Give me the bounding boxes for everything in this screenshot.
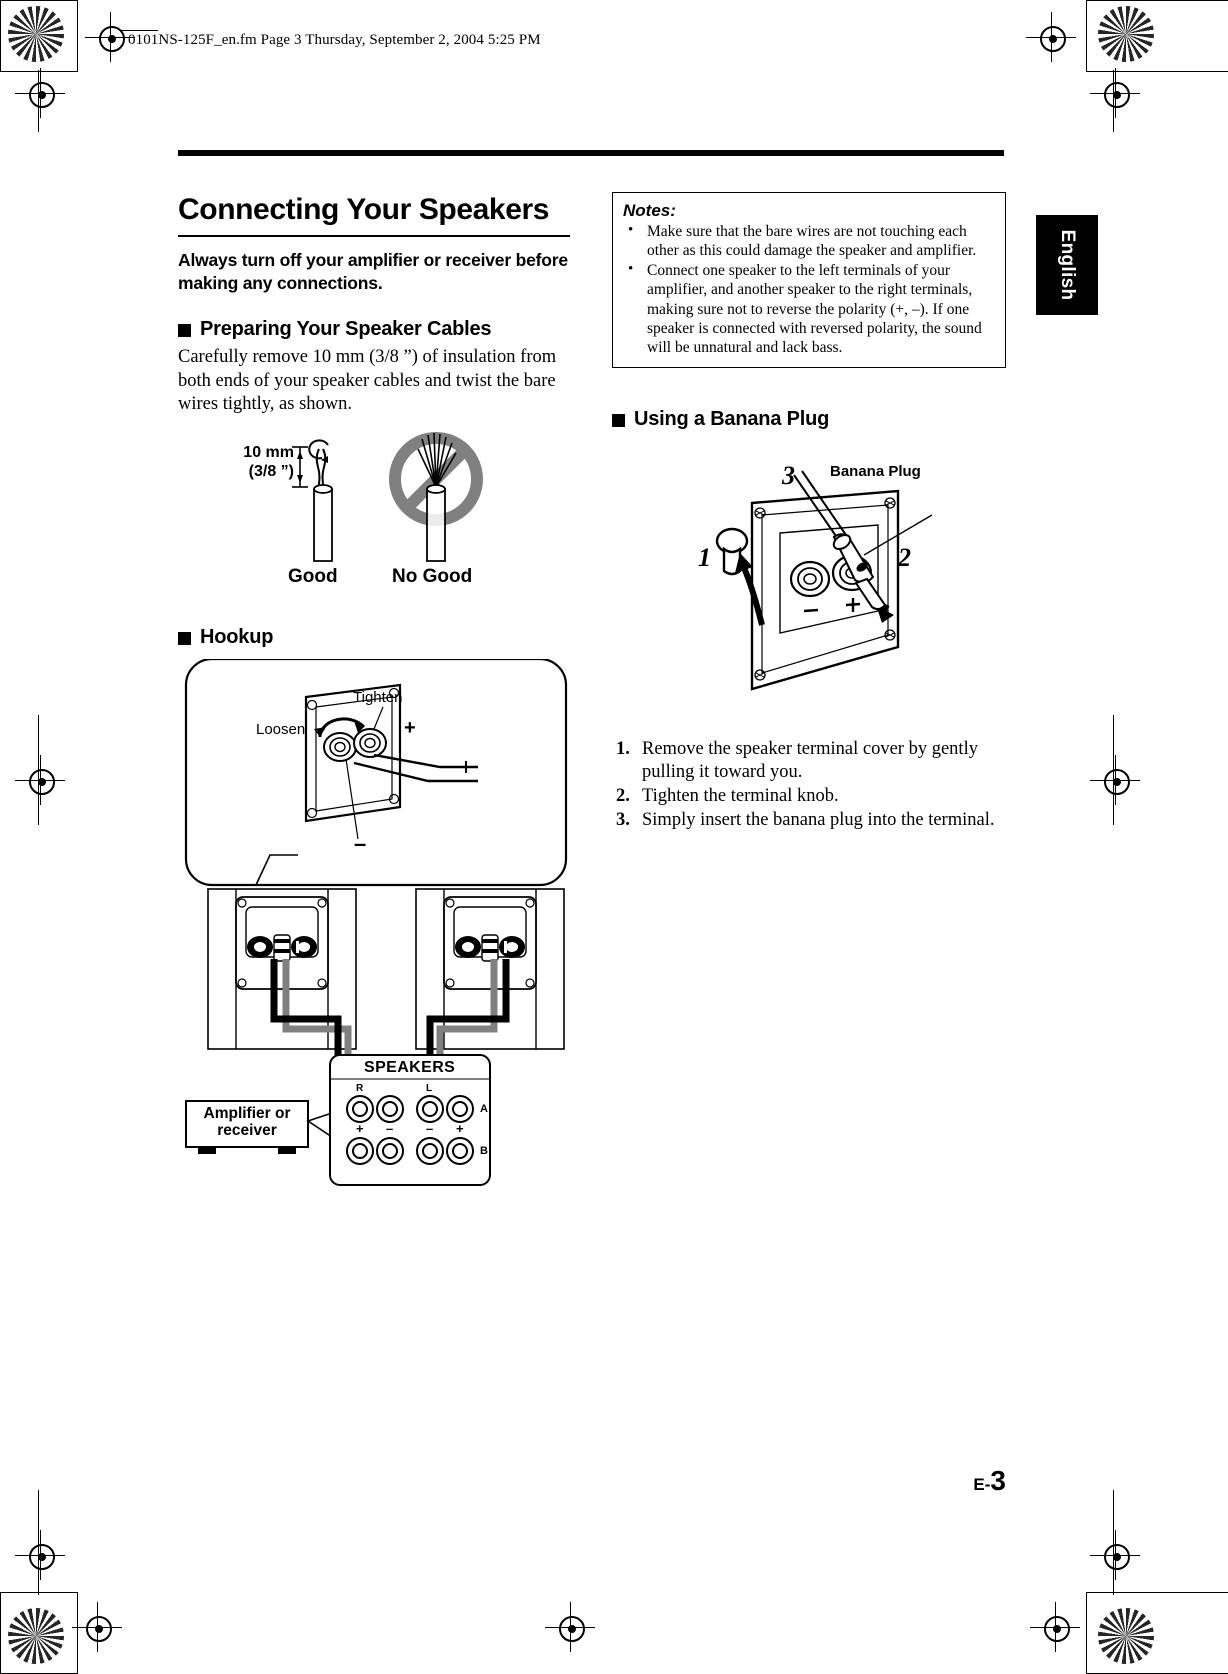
- notes-title: Notes:: [623, 201, 676, 220]
- language-tab-label: English: [1057, 229, 1078, 301]
- page-number-value: 3: [990, 1465, 1006, 1496]
- page-number: E-3: [973, 1465, 1006, 1497]
- trim-line-left-vertical-mid: [38, 715, 39, 825]
- note-item: Make sure that the bare wires are not to…: [623, 221, 995, 261]
- terminal-row-label-b: B: [480, 1144, 488, 1157]
- file-header-text: 0101NS-125F_en.fm Page 3 Thursday, Septe…: [128, 32, 541, 48]
- registration-ring-bottom-center: [559, 1616, 585, 1642]
- trim-line-left-vertical-low: [38, 1490, 39, 1595]
- caption-no-good: No Good: [392, 565, 473, 587]
- left-column: Connecting Your Speakers Always turn off…: [178, 192, 570, 1199]
- document-page: 0101NS-125F_en.fm Page 3 Thursday, Septe…: [0, 0, 1228, 1674]
- caption-good: Good: [288, 565, 338, 587]
- page-content: Connecting Your Speakers Always turn off…: [178, 140, 1008, 1500]
- registration-ring-left-lower: [29, 1544, 55, 1570]
- measurement-line-2: (3/8 ”): [248, 462, 294, 480]
- corner-print-circle-bottom-left-2: [8, 1608, 64, 1664]
- section-heading-banana-plug: Using a Banana Plug: [612, 408, 1008, 431]
- header-rule: [120, 30, 158, 31]
- polarity-mark-2: –: [426, 1120, 434, 1136]
- registration-ring-top-right: [1040, 26, 1066, 52]
- banana-callout-1: 1: [698, 542, 711, 572]
- note-item: Connect one speaker to the left terminal…: [623, 260, 995, 358]
- registration-ring-right-lower: [1104, 1544, 1130, 1570]
- notes-list: Make sure that the bare wires are not to…: [623, 221, 995, 358]
- step-item: Simply insert the banana plug into the t…: [616, 809, 995, 832]
- step-item: Remove the speaker terminal cover by gen…: [616, 738, 978, 783]
- measurement-line-1: 10 mm: [243, 443, 294, 461]
- registration-ring-left-upper: [29, 82, 55, 108]
- terminal-label-l: L: [426, 1082, 433, 1094]
- polarity-mark-3: +: [456, 1120, 464, 1136]
- cable-figure-captions: Good No Good: [178, 566, 570, 594]
- corner-print-circle-top-left-2: [8, 6, 64, 62]
- page-top-rule: [178, 150, 1004, 156]
- hookup-label-loosen: Loosen: [256, 720, 306, 738]
- banana-plug-svg: [715, 470, 933, 691]
- lead-warning-text: Always turn off your amplifier or receiv…: [178, 250, 568, 293]
- bullet-square-icon: [178, 324, 191, 338]
- banana-plug-diagram: 3 1 2 Banana Plug: [612, 453, 1008, 738]
- hookup-label-minus: –: [354, 830, 367, 856]
- terminal-label-r: R: [356, 1082, 364, 1094]
- banana-callout-3: 3: [782, 460, 795, 490]
- trim-line-right-vertical: [1113, 70, 1114, 132]
- cable-preparation-figure: 10 mm (3/8 ”): [178, 431, 570, 566]
- bullet-square-icon: [178, 631, 191, 645]
- amplifier-receiver-label: Amplifier or receiver: [188, 1105, 306, 1141]
- right-column: Notes: Make sure that the bare wires are…: [612, 192, 1008, 832]
- corner-print-circle-bottom-right-2: [1098, 1608, 1154, 1664]
- terminal-row-label-a: A: [480, 1102, 488, 1115]
- language-tab-english: English: [1036, 215, 1098, 315]
- cable-measurement-label: 10 mm (3/8 ”): [236, 443, 294, 481]
- hookup-diagram: Tighten Loosen + – Amplifier or receiver…: [178, 657, 570, 1199]
- trim-line-left-vertical: [38, 70, 39, 132]
- amplifier-label-line-1: Amplifier or: [203, 1104, 291, 1122]
- registration-ring-right-middle: [1104, 769, 1130, 795]
- registration-ring-left-middle: [29, 769, 55, 795]
- hookup-label-tighten: Tighten: [353, 688, 403, 706]
- section-heading-label: Hookup: [200, 625, 274, 648]
- hookup-label-plus: +: [404, 716, 416, 739]
- title-underline: [178, 235, 570, 238]
- section-heading-label: Using a Banana Plug: [634, 407, 830, 430]
- polarity-mark-1: –: [386, 1120, 394, 1136]
- banana-plug-label: Banana Plug: [830, 462, 921, 480]
- registration-ring-bottom-right: [1044, 1616, 1070, 1642]
- banana-callout-2: 2: [898, 542, 911, 572]
- polarity-mark-0: +: [356, 1120, 364, 1136]
- trim-line-right-vertical-mid: [1113, 715, 1114, 825]
- corner-print-circle-top-right-2: [1098, 6, 1154, 62]
- section-heading-preparing-cables: Preparing Your Speaker Cables: [178, 318, 570, 341]
- registration-ring-bottom-left: [86, 1616, 112, 1642]
- amplifier-label-line-2: receiver: [217, 1122, 277, 1140]
- page-number-prefix: E-: [973, 1475, 991, 1494]
- registration-ring-right-upper: [1104, 82, 1130, 108]
- bullet-square-icon: [612, 413, 625, 427]
- page-title: Connecting Your Speakers: [178, 193, 550, 226]
- speakers-panel-label: SPEAKERS: [364, 1058, 456, 1076]
- trim-line-right-vertical-low: [1113, 1490, 1114, 1595]
- section-heading-hookup: Hookup: [178, 626, 570, 649]
- section-heading-label: Preparing Your Speaker Cables: [200, 318, 492, 341]
- preparing-cables-body: Carefully remove 10 mm (3/8 ”) of insula…: [178, 347, 557, 415]
- notes-box: Notes: Make sure that the bare wires are…: [612, 192, 1006, 368]
- step-item: Tighten the terminal knob.: [616, 785, 839, 808]
- banana-plug-steps: Remove the speaker terminal cover by gen…: [612, 738, 1008, 833]
